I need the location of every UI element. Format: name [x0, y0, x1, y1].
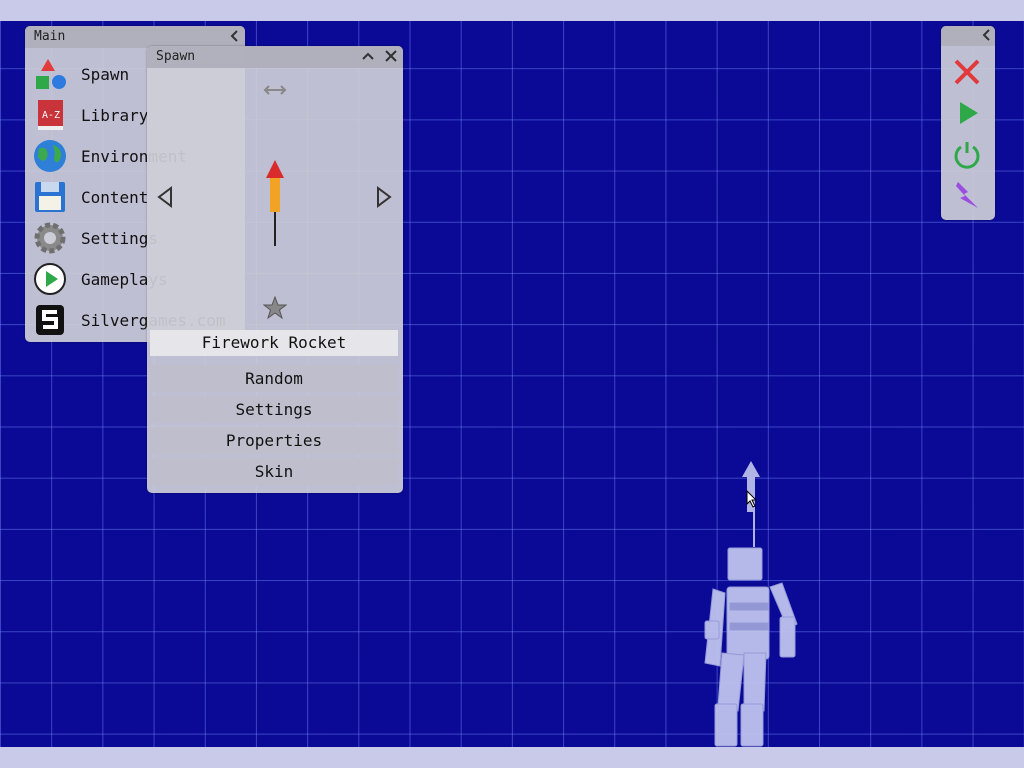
close-x-icon — [952, 57, 982, 91]
menu-item-settings[interactable]: Settings — [33, 218, 158, 258]
play-circle-icon — [33, 262, 67, 296]
next-item-arrow-icon[interactable] — [375, 186, 393, 212]
spawn-panel-header[interactable]: Spawn — [147, 46, 403, 68]
library-book-icon: A-Z — [33, 98, 67, 132]
gear-icon — [33, 221, 67, 255]
play-button[interactable] — [949, 97, 985, 133]
collapse-left-icon[interactable] — [229, 29, 239, 47]
spawn-panel-title: Spawn — [156, 49, 196, 64]
silvergames-logo-icon — [33, 303, 67, 337]
play-icon — [952, 98, 982, 132]
top-bar — [0, 0, 1024, 21]
firework-rocket-preview-icon — [264, 158, 286, 254]
previous-item-arrow-icon[interactable] — [156, 186, 174, 212]
favorite-star-icon[interactable] — [262, 295, 288, 324]
main-panel-header: Main — [25, 26, 245, 48]
menu-label-spawn: Spawn — [81, 64, 130, 84]
power-button[interactable] — [949, 138, 985, 174]
random-button[interactable]: Random — [150, 365, 398, 392]
settings-button[interactable]: Settings — [150, 396, 398, 423]
menu-label-library: Library — [81, 105, 149, 125]
tool-panel — [941, 26, 995, 220]
spawn-shapes-icon — [33, 57, 67, 91]
bottom-bar — [0, 747, 1024, 768]
properties-button[interactable]: Properties — [150, 427, 398, 454]
close-icon[interactable] — [384, 49, 398, 67]
menu-item-spawn[interactable]: Spawn — [33, 54, 129, 94]
lightning-icon — [952, 180, 982, 214]
svg-text:A-Z: A-Z — [42, 110, 60, 121]
minimize-chevron-up-icon[interactable] — [361, 49, 375, 67]
collapse-left-icon[interactable] — [981, 28, 991, 46]
resize-arrows-icon[interactable] — [262, 81, 288, 100]
menu-item-content[interactable]: Content — [33, 177, 148, 217]
main-panel-title: Main — [34, 29, 66, 44]
floppy-disk-icon — [33, 180, 67, 214]
lightning-button[interactable] — [949, 179, 985, 215]
power-icon — [952, 139, 982, 173]
menu-label-content: Content — [81, 187, 149, 207]
clear-button[interactable] — [949, 56, 985, 92]
tool-panel-header — [941, 26, 995, 46]
menu-item-library[interactable]: A-Z Library — [33, 95, 148, 135]
globe-icon — [33, 139, 67, 173]
skin-button[interactable]: Skin — [150, 458, 398, 485]
mouse-cursor-icon — [746, 489, 758, 512]
selected-item-firework-rocket[interactable]: Firework Rocket — [150, 330, 398, 356]
spawn-panel: Spawn Firework Rocket Random Settings Pr… — [147, 46, 403, 493]
